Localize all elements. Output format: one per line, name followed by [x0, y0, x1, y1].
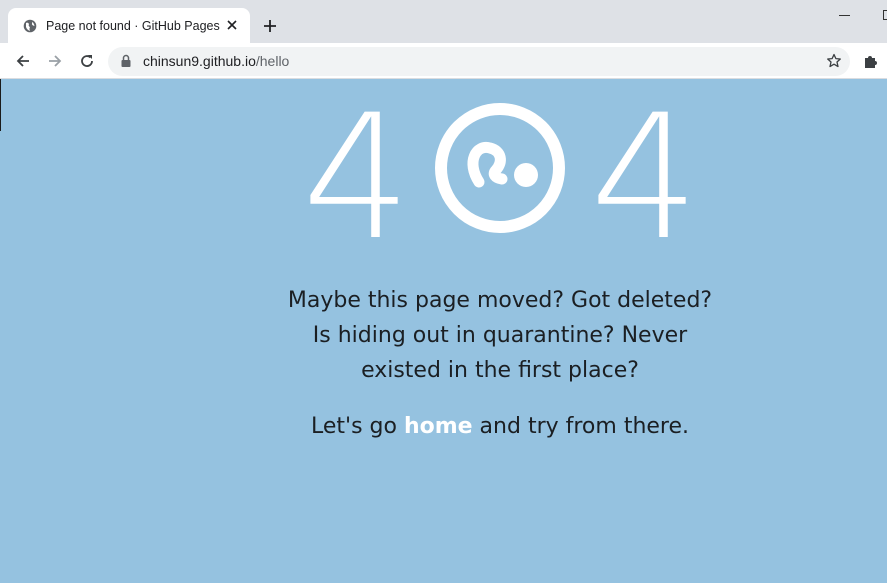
github-404-circle-icon	[435, 103, 565, 233]
forward-button[interactable]	[44, 50, 66, 72]
new-tab-button[interactable]	[260, 16, 280, 36]
browser-tab[interactable]: Page not found · GitHub Pages	[8, 8, 250, 43]
arrow-left-icon	[16, 55, 29, 67]
cta-text-before: Let's go	[310, 414, 404, 439]
home-call-to-action: Let's go home and try from there.	[200, 409, 800, 444]
close-tab-icon[interactable]	[224, 17, 240, 33]
lock-icon[interactable]	[120, 54, 132, 68]
bookmark-star-icon[interactable]	[826, 53, 842, 69]
message-line: existed in the first place?	[361, 358, 639, 383]
browser-toolbar: chinsun9.github.io/hello	[0, 43, 887, 79]
reload-button[interactable]	[76, 50, 98, 72]
extensions-puzzle-icon[interactable]	[862, 52, 880, 70]
url-path: /hello	[255, 53, 290, 69]
minimize-button[interactable]	[836, 6, 856, 26]
error-404-graphic: 4 4	[300, 92, 700, 264]
error-message: Maybe this page moved? Got deleted? Is h…	[200, 283, 800, 388]
address-bar[interactable]: chinsun9.github.io/hello	[108, 47, 850, 76]
maximize-button[interactable]	[878, 6, 887, 26]
back-button[interactable]	[12, 50, 34, 72]
message-line: Maybe this page moved? Got deleted?	[287, 288, 713, 313]
reload-icon	[81, 55, 93, 67]
plus-icon	[264, 20, 276, 32]
error-digit-right: 4	[590, 77, 700, 278]
cta-text-after: and try from there.	[472, 414, 690, 439]
globe-icon	[22, 18, 38, 34]
window-edge	[0, 79, 1, 131]
home-link[interactable]: home	[404, 414, 473, 439]
error-digit-left: 4	[302, 77, 412, 278]
url-text[interactable]: chinsun9.github.io/hello	[143, 53, 289, 69]
arrow-right-icon	[49, 55, 62, 67]
message-line: Is hiding out in quarantine? Never	[312, 323, 688, 348]
url-host: chinsun9.github.io	[143, 53, 256, 69]
tab-strip: Page not found · GitHub Pages	[0, 0, 887, 43]
tab-title: Page not found · GitHub Pages	[46, 18, 220, 33]
